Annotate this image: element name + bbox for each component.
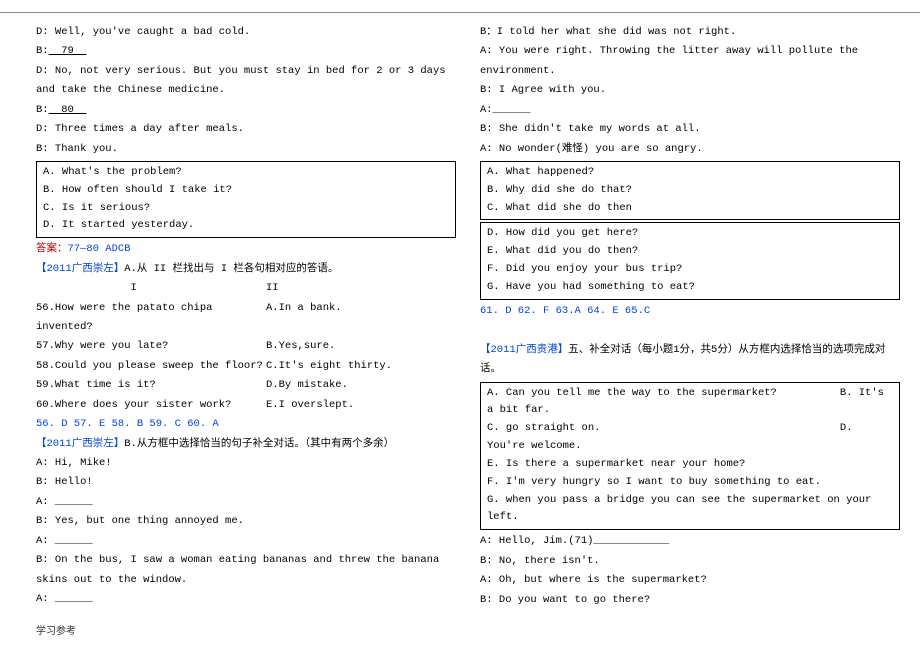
qa-row: 60.Where does your sister work?E.I overs… bbox=[36, 396, 456, 415]
option: A. What's the problem? bbox=[43, 164, 449, 182]
footer-text: 学习参考 bbox=[36, 624, 76, 643]
option: C. go straight on. D. You're welcome. bbox=[487, 420, 893, 456]
dialog-line: D: Well, you've caught a bad cold. bbox=[36, 23, 456, 42]
option: G. when you pass a bridge you can see th… bbox=[487, 492, 893, 528]
page-content: D: Well, you've caught a bad cold. B: 79… bbox=[0, 12, 920, 622]
option-box-3: D. How did you get here? E. What did you… bbox=[480, 222, 900, 299]
qa-row: 57.Why were you late?B.Yes,sure. bbox=[36, 337, 456, 356]
answer-line: 56. D 57. E 58. B 59. C 60. A bbox=[36, 415, 456, 434]
option: G. Have you had something to eat? bbox=[487, 279, 893, 297]
option: A. What happened? bbox=[487, 164, 893, 182]
option: B. How often should I take it? bbox=[43, 182, 449, 200]
option: C. Is it serious? bbox=[43, 200, 449, 218]
dialog-line: A: ______ bbox=[36, 532, 456, 551]
section-header: 【2011广西贵港】五、补全对话（每小题1分，共5分）从方框内选择恰当的选项完成… bbox=[480, 341, 900, 380]
dialog-line: A: Hello, Jim.(71)____________ bbox=[480, 532, 900, 551]
column-header: III bbox=[36, 279, 456, 298]
dialog-line: A: Oh, but where is the supermarket? bbox=[480, 571, 900, 590]
dialog-line: B: On the bus, I saw a woman eating bana… bbox=[36, 551, 456, 590]
dialog-line: B: Thank you. bbox=[36, 140, 456, 159]
dialog-line: D: No, not very serious. But you must st… bbox=[36, 62, 456, 101]
option: E. Is there a supermarket near your home… bbox=[487, 456, 893, 474]
dialog-line: A:______ bbox=[480, 101, 900, 120]
dialog-line: D: Three times a day after meals. bbox=[36, 120, 456, 139]
option: D. It started yesterday. bbox=[43, 217, 449, 235]
dialog-line: B: She didn't take my words at all. bbox=[480, 120, 900, 139]
dialog-line: B：I told her what she did was not right. bbox=[480, 23, 900, 42]
option: A. Can you tell me the way to the superm… bbox=[487, 385, 893, 421]
dialog-line: A: No wonder(难怪) you are so angry. bbox=[480, 140, 900, 159]
qa-row: 59.What time is it?D.By mistake. bbox=[36, 376, 456, 395]
dialog-line: B: Yes, but one thing annoyed me. bbox=[36, 512, 456, 531]
qa-row: 58.Could you please sweep the floor?C.It… bbox=[36, 357, 456, 376]
dialog-line: A: ______ bbox=[36, 493, 456, 512]
dialog-line: B: 80 bbox=[36, 101, 456, 120]
option: B. Why did she do that? bbox=[487, 182, 893, 200]
option: F. I'm very hungry so I want to buy some… bbox=[487, 474, 893, 492]
dialog-line: B: 79 bbox=[36, 42, 456, 61]
option: F. Did you enjoy your bus trip? bbox=[487, 261, 893, 279]
dialog-line: B: Do you want to go there? bbox=[480, 591, 900, 610]
qa-row: 56.How were the patato chipa invented?A.… bbox=[36, 299, 456, 338]
dialog-line: A: Hi, Mike! bbox=[36, 454, 456, 473]
spacer bbox=[480, 321, 900, 340]
option-box-4: A. Can you tell me the way to the superm… bbox=[480, 382, 900, 531]
option-box-2: A. What happened? B. Why did she do that… bbox=[480, 161, 900, 221]
option-box-1: A. What's the problem? B. How often shou… bbox=[36, 161, 456, 238]
option: C. What did she do then bbox=[487, 200, 893, 218]
dialog-line: B: I Agree with you. bbox=[480, 81, 900, 100]
dialog-line: B: Hello! bbox=[36, 473, 456, 492]
section-header: 【2011广西崇左】B.从方框中选择恰当的句子补全对话。（其中有两个多余） bbox=[36, 435, 456, 454]
answer-line: 答案：77—80 ADCB bbox=[36, 240, 456, 259]
dialog-line: A: You were right. Throwing the litter a… bbox=[480, 42, 900, 81]
dialog-line: A: ______ bbox=[36, 590, 456, 609]
answer-line: 61. D 62. F 63.A 64. E 65.C bbox=[480, 302, 900, 321]
option: E. What did you do then? bbox=[487, 243, 893, 261]
section-header: 【2011广西崇左】A.从 II 栏找出与 I 栏各句相对应的答语。 bbox=[36, 260, 456, 279]
dialog-line: B: No, there isn't. bbox=[480, 552, 900, 571]
option: D. How did you get here? bbox=[487, 225, 893, 243]
